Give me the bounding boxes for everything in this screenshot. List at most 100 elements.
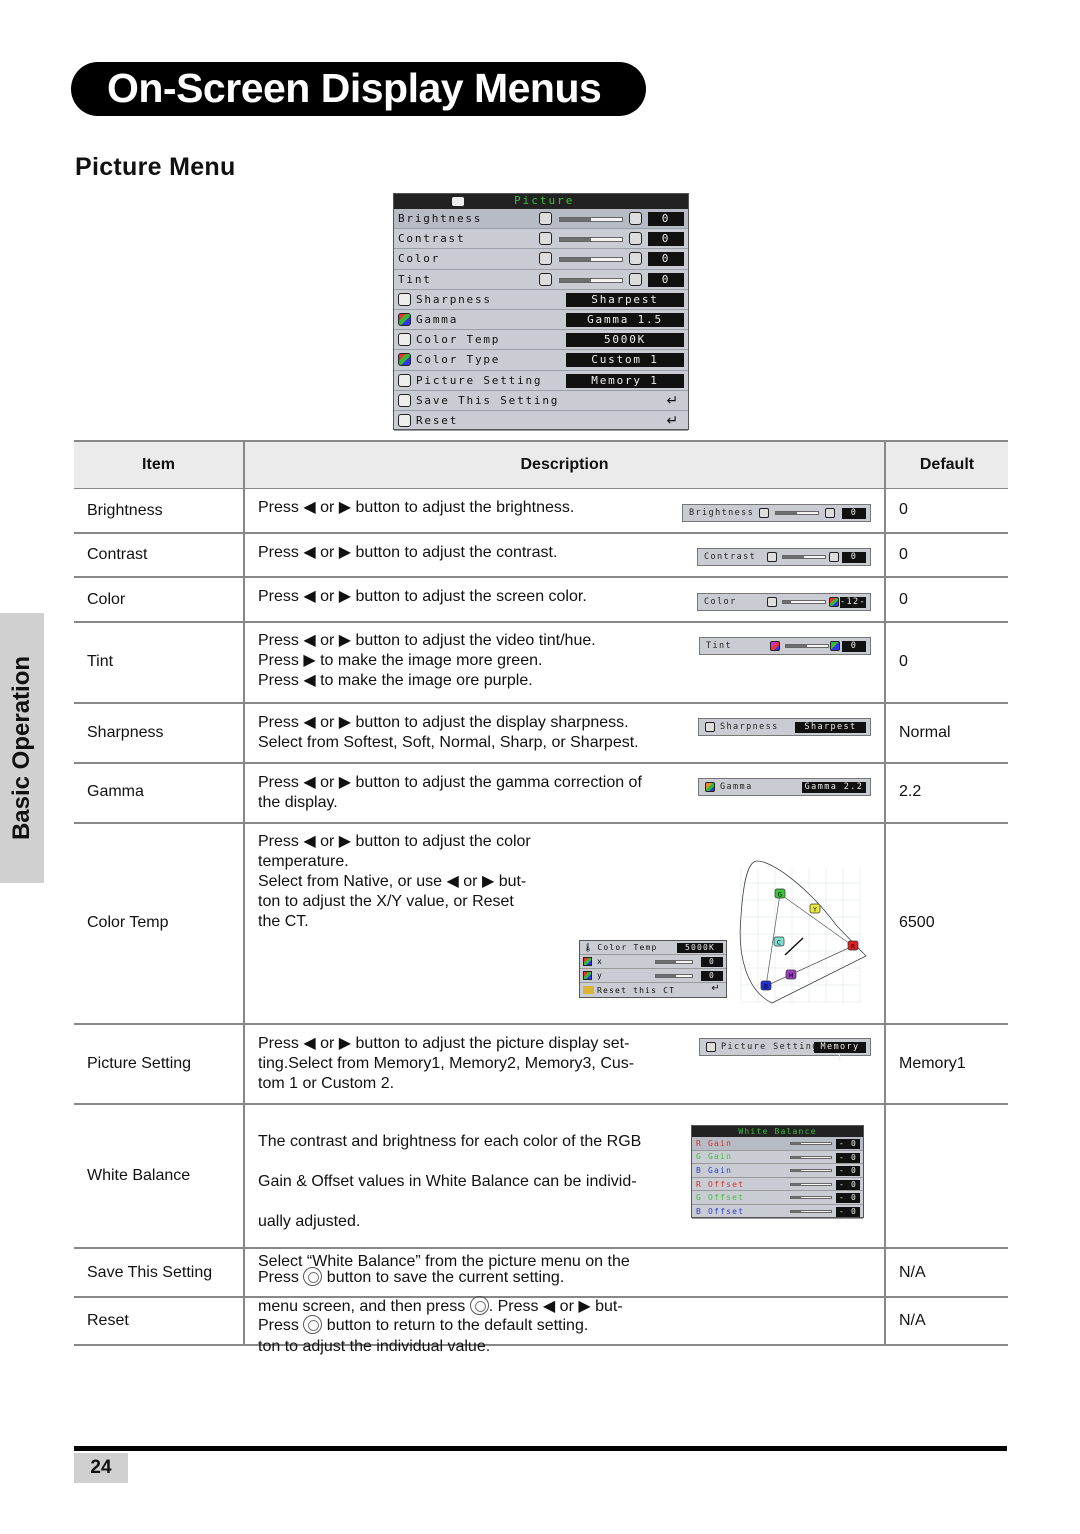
osd-header: Picture: [394, 194, 688, 209]
tint-slider: [785, 644, 829, 648]
picture-setting-icon: [398, 373, 411, 387]
wb-item-b-gain[interactable]: B Gain - 0 -: [692, 1164, 863, 1185]
mini-osd-color: Color -12-: [697, 593, 871, 611]
wb-item-r-offset[interactable]: R Offset - 0 -: [692, 1178, 863, 1199]
osd-item-label: Tint: [398, 272, 432, 286]
osd-value: 0: [648, 232, 684, 247]
osd-slider[interactable]: [559, 217, 623, 222]
contrast-high-icon: [829, 552, 839, 562]
contrast-slider: [782, 555, 826, 559]
y-row: y0: [580, 969, 726, 983]
osd-value: Memory 1: [566, 373, 684, 388]
description-cell: Press ◀ or ▶ button to adjust the video …: [258, 632, 596, 689]
section-title: Picture Menu: [75, 153, 236, 181]
wb-item-b-offset[interactable]: B Offset - 0 -: [692, 1205, 863, 1226]
osd-item-label: Sharpness: [416, 292, 492, 306]
increase-icon: [629, 272, 642, 286]
osd-item-sharpness[interactable]: Sharpness Sharpest: [394, 290, 688, 310]
osd-item-contrast[interactable]: Contrast 0: [394, 229, 688, 250]
white-balance-title: White Balance: [692, 1126, 863, 1137]
wb-slider[interactable]: [790, 1209, 832, 1213]
description-cell: Press ◀ or ▶ button to adjust the gamma …: [258, 774, 642, 811]
wb-slider[interactable]: [790, 1169, 832, 1173]
header-default: Default: [886, 442, 1008, 488]
page-title: On-Screen Display Menus: [107, 65, 602, 111]
osd-slider[interactable]: [559, 237, 623, 243]
title-bar: On-Screen Display Menus: [71, 62, 646, 116]
wb-slider[interactable]: [790, 1155, 832, 1159]
description-cell: Press ◀ or ▶ button to adjust the displa…: [258, 714, 639, 751]
description-cell: Press button to save the current setting…: [258, 1267, 565, 1286]
osd-item-reset[interactable]: Reset ↵: [394, 411, 688, 432]
osd-slider[interactable]: [559, 277, 623, 283]
color-icon: [583, 971, 592, 980]
default-cell: 6500: [899, 914, 935, 931]
osd-title: Picture: [514, 194, 575, 207]
picture-icon: [452, 197, 464, 206]
increase-icon: [629, 232, 642, 246]
sharpness-icon: [398, 292, 411, 306]
contrast-low-icon: [767, 552, 777, 562]
description-cell: Press ◀ or ▶ button to adjust the pictur…: [258, 1035, 635, 1092]
wb-value: - 0 -: [836, 1152, 860, 1172]
decrease-icon: [539, 252, 552, 266]
default-cell: 0: [899, 591, 908, 608]
cie-chromaticity-diagram: G Y R C M B: [739, 860, 867, 1004]
osd-item-save-this-setting[interactable]: Save This Setting ↵: [394, 391, 688, 411]
picture-setting-icon: [706, 1042, 716, 1052]
default-cell: N/A: [899, 1312, 926, 1329]
osd-item-label: Gamma: [416, 313, 459, 327]
gamut-point-label: B: [764, 984, 768, 991]
default-cell: Normal: [899, 724, 951, 741]
osd-item-label: Color Type: [416, 353, 501, 367]
wb-item-g-offset[interactable]: G Offset - 0 -: [692, 1191, 863, 1212]
osd-item-tint[interactable]: Tint 0: [394, 270, 688, 290]
osd-item-color[interactable]: Color 0: [394, 249, 688, 270]
osd-item-picture-setting[interactable]: Picture Setting Memory 1: [394, 371, 688, 391]
description-cell: Press ◀ or ▶ button to adjust the contra…: [258, 544, 558, 561]
table-border: [74, 621, 1008, 623]
mini-osd-contrast: Contrast 0: [697, 548, 871, 566]
osd-value: 5000K: [566, 333, 684, 348]
mini-osd-picture-setting: Picture Setting Memory 1: [699, 1038, 871, 1063]
gamma-icon: [398, 313, 411, 327]
wb-item-g-gain[interactable]: G Gain - 0 -: [692, 1151, 863, 1172]
reset-ct-row: Reset this CT ↵: [580, 983, 726, 997]
osd-item-color-type[interactable]: Color Type Custom 1: [394, 350, 688, 371]
reset-icon: [398, 413, 411, 427]
enter-icon: ↵: [666, 392, 680, 409]
osd-slider[interactable]: [559, 257, 623, 263]
save-this-setting-icon: [398, 393, 411, 407]
color-type-icon: [398, 353, 411, 367]
increase-icon: [629, 212, 642, 225]
color-low-icon: [767, 597, 777, 607]
wb-slider[interactable]: [790, 1182, 832, 1186]
wb-item-r-gain[interactable]: R Gain - 0 -: [692, 1137, 863, 1158]
wb-label: B Offset: [696, 1206, 745, 1216]
table-border: [74, 576, 1008, 578]
osd-item-color-temp[interactable]: Color Temp 5000K: [394, 330, 688, 351]
description-cell: Press ◀ or ▶ button to adjust the screen…: [258, 588, 587, 605]
default-cell: 2.2: [899, 783, 922, 800]
brightness-slider: [775, 511, 819, 515]
description-cell: The contrast and brightness for each col…: [258, 1133, 642, 1355]
osd-item-gamma[interactable]: Gamma Gamma 1.5: [394, 310, 688, 331]
wb-slider[interactable]: [790, 1142, 832, 1145]
gamut-point-label: C: [777, 940, 781, 947]
item-cell: Brightness: [87, 502, 163, 519]
enter-button-icon: [303, 1315, 323, 1334]
table-border: [74, 1103, 1008, 1105]
osd-item-brightness[interactable]: Brightness 0: [394, 209, 688, 230]
wb-slider[interactable]: [790, 1196, 832, 1200]
table-border: [74, 702, 1008, 704]
osd-value: Sharpest: [566, 292, 684, 307]
gamut-point-label: Y: [812, 907, 817, 914]
wb-value: - 0 -: [836, 1179, 860, 1199]
decrease-icon: [539, 272, 552, 286]
osd-item-label: Picture Setting: [416, 373, 543, 387]
color-temp-row: 🌡 Color Temp 5000K: [580, 941, 726, 955]
decrease-icon: [539, 212, 552, 225]
decrease-icon: [539, 232, 552, 246]
wb-label: R Offset: [696, 1179, 745, 1189]
enter-icon: ↵: [666, 412, 680, 429]
